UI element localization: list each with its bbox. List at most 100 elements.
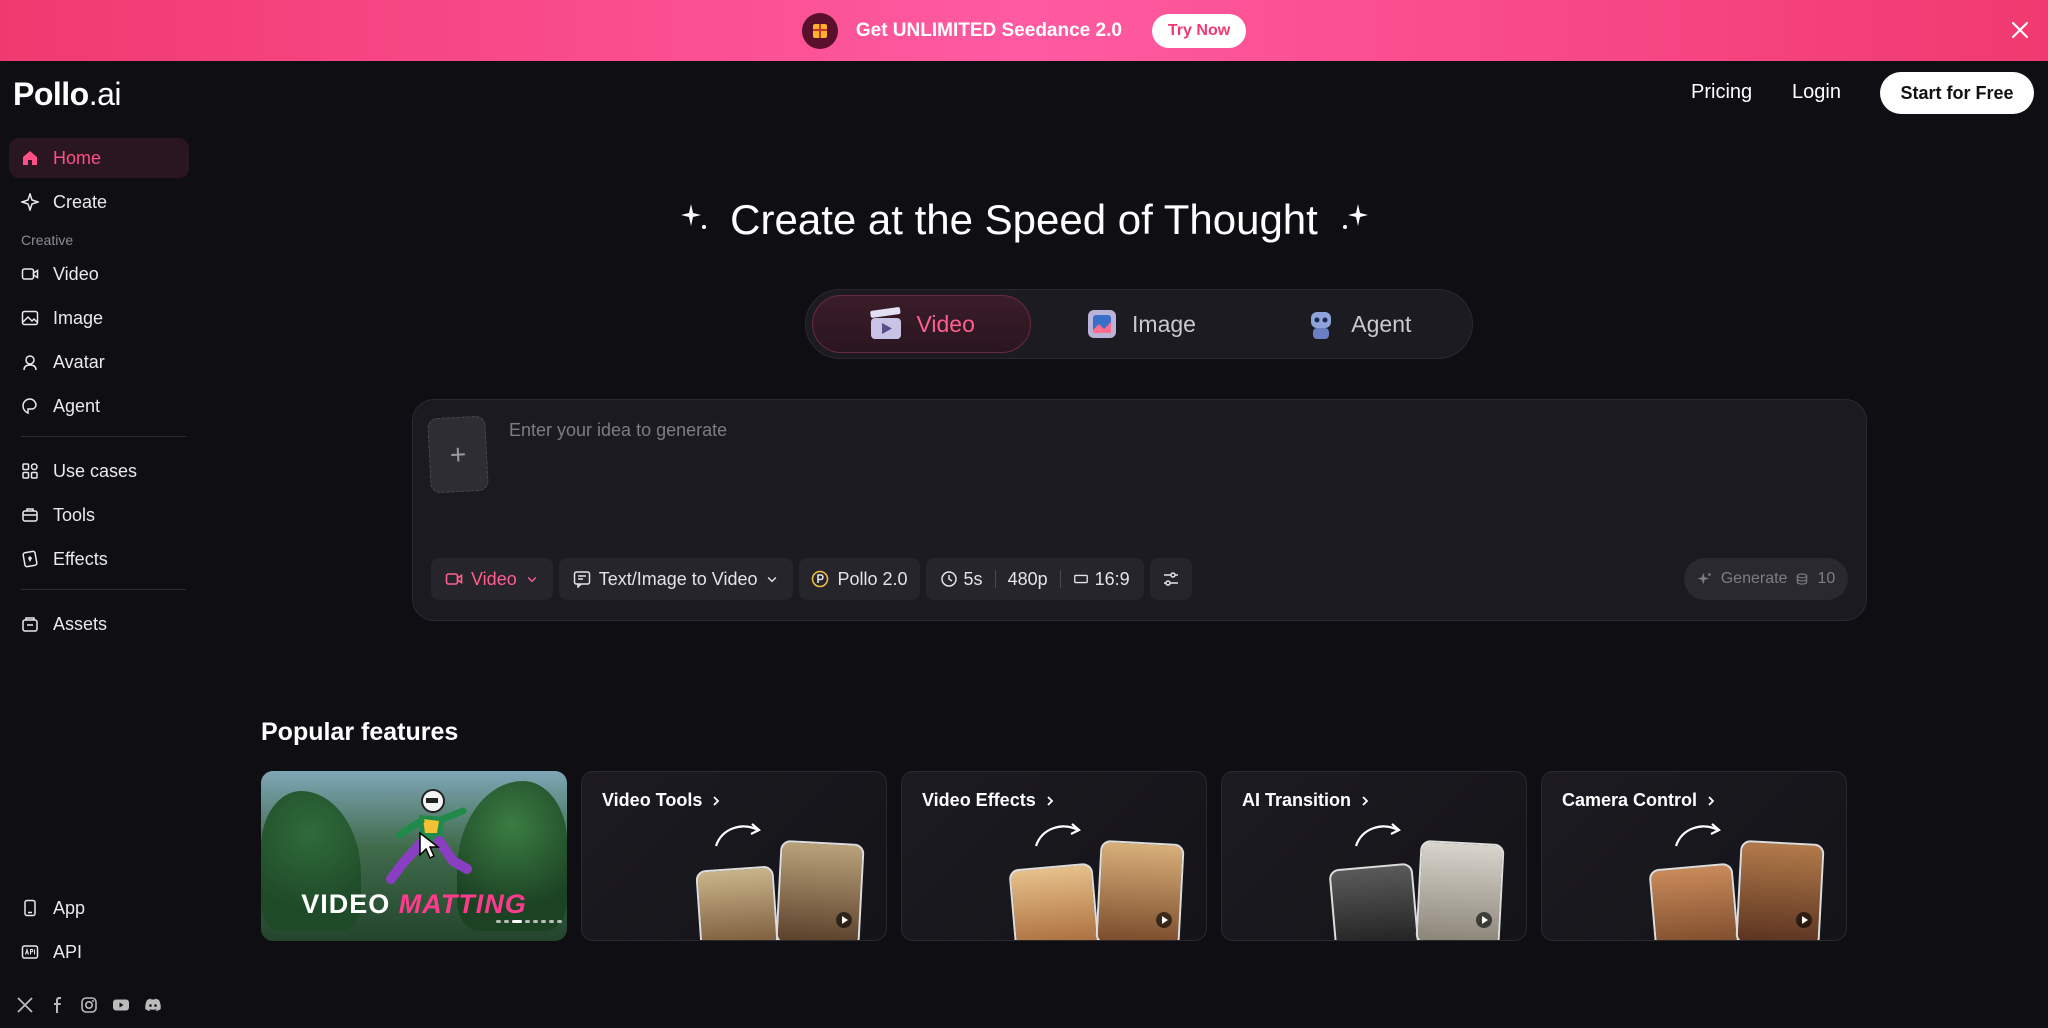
resolution-value: 480p bbox=[1007, 568, 1048, 589]
card-title-text: Video Effects bbox=[922, 790, 1036, 810]
sidebar-item-label: Home bbox=[53, 147, 102, 168]
phone-icon bbox=[24, 899, 36, 917]
sidebar-item-label: Effects bbox=[53, 548, 108, 569]
clock-icon bbox=[940, 571, 957, 587]
prompt-options: Video Text/Image to Video Pollo 2.0 5s 4… bbox=[431, 558, 1192, 600]
sidebar-item-use-cases[interactable]: Use cases bbox=[9, 451, 189, 491]
sidebar-item-assets[interactable]: Assets bbox=[9, 604, 189, 644]
sparkle-icon bbox=[1697, 572, 1711, 585]
card-title: Video Effects bbox=[922, 790, 1056, 811]
sidebar-item-video[interactable]: Video bbox=[9, 254, 189, 294]
login-link[interactable]: Login bbox=[1792, 81, 1841, 104]
facebook-icon[interactable] bbox=[48, 996, 66, 1014]
feature-card-video-tools[interactable]: Video Tools bbox=[581, 771, 887, 941]
feature-cards: VIDEO MATTING Video Tools Video Effects … bbox=[261, 771, 1847, 941]
api-icon bbox=[21, 945, 39, 959]
gift-icon bbox=[801, 12, 838, 49]
play-icon bbox=[1796, 912, 1812, 928]
credits-icon bbox=[1797, 573, 1808, 585]
sliders-icon bbox=[1163, 572, 1178, 586]
after-photo bbox=[775, 839, 865, 940]
generate-button[interactable]: Generate 10 bbox=[1684, 558, 1848, 600]
plus-icon: + bbox=[448, 438, 467, 470]
carousel-dots[interactable] bbox=[496, 920, 562, 923]
prompt-input[interactable] bbox=[509, 420, 1809, 441]
close-icon[interactable] bbox=[2008, 18, 2032, 42]
instagram-icon[interactable] bbox=[80, 996, 98, 1014]
ratio-value: 16:9 bbox=[1094, 568, 1130, 589]
home-icon bbox=[23, 151, 37, 165]
grid-icon bbox=[22, 463, 38, 479]
curved-arrow-icon bbox=[714, 823, 761, 847]
logo-main: Pollo bbox=[13, 76, 89, 112]
sidebar-item-label: Use cases bbox=[53, 460, 138, 481]
duration-value: 5s bbox=[963, 568, 983, 589]
feature-card-video-effects[interactable]: Video Effects bbox=[901, 771, 1207, 941]
separator bbox=[994, 570, 996, 588]
aspect-ratio-icon bbox=[1073, 574, 1088, 584]
promo-banner: Get UNLIMITED Seedance 2.0 Try Now bbox=[0, 0, 2048, 61]
sidebar-item-api[interactable]: API bbox=[9, 932, 189, 972]
sidebar-item-effects[interactable]: Effects bbox=[9, 539, 189, 579]
card-title-text: Camera Control bbox=[1562, 790, 1698, 810]
card-title-text: Video Tools bbox=[602, 790, 703, 810]
model-select[interactable]: Pollo 2.0 bbox=[799, 558, 920, 600]
chevron-right-icon bbox=[1362, 795, 1369, 806]
start-for-free-button[interactable]: Start for Free bbox=[1880, 72, 2034, 114]
sidebar-item-tools[interactable]: Tools bbox=[9, 495, 189, 535]
feature-card-ai-transition[interactable]: AI Transition bbox=[1221, 771, 1527, 941]
chevron-down-icon bbox=[527, 576, 537, 583]
sidebar-item-label: Video bbox=[53, 263, 99, 284]
upload-button[interactable]: + bbox=[427, 415, 489, 494]
type-select[interactable]: Video bbox=[431, 558, 553, 600]
sparkle-icon bbox=[1342, 203, 1368, 229]
robot-icon bbox=[1311, 312, 1332, 339]
tab-agent[interactable]: Agent bbox=[1249, 295, 1466, 353]
play-icon bbox=[836, 912, 852, 928]
generate-label: Generate bbox=[1720, 570, 1788, 587]
tab-image[interactable]: Image bbox=[1031, 295, 1248, 353]
sidebar-item-agent[interactable]: Agent bbox=[9, 386, 189, 426]
sidebar-item-app[interactable]: App bbox=[9, 888, 189, 928]
sidebar-item-label: Tools bbox=[53, 504, 96, 525]
chevron-down-icon bbox=[768, 576, 777, 583]
assets-icon bbox=[22, 617, 38, 632]
feature-card-video-matting[interactable]: VIDEO MATTING bbox=[261, 771, 567, 941]
feature-card-camera-control[interactable]: Camera Control bbox=[1541, 771, 1847, 941]
try-now-button[interactable]: Try Now bbox=[1151, 13, 1247, 48]
mode-select[interactable]: Text/Image to Video bbox=[558, 558, 794, 600]
logo[interactable]: Pollo.ai bbox=[13, 76, 122, 113]
sidebar-item-label: Agent bbox=[53, 395, 101, 416]
curved-arrow-icon bbox=[1674, 823, 1721, 847]
after-photo bbox=[1095, 839, 1185, 940]
avatar-icon bbox=[23, 355, 37, 371]
sidebar-item-label: Assets bbox=[53, 613, 108, 634]
sidebar-item-avatar[interactable]: Avatar bbox=[9, 342, 189, 382]
before-photo bbox=[695, 865, 779, 940]
mode-tabs: Video Image Agent bbox=[805, 289, 1473, 359]
advanced-settings-button[interactable] bbox=[1149, 558, 1192, 600]
sidebar-item-label: App bbox=[53, 897, 86, 918]
tab-label: Video bbox=[916, 310, 975, 337]
pricing-link[interactable]: Pricing bbox=[1691, 81, 1752, 104]
matting-title: VIDEO MATTING bbox=[261, 889, 567, 920]
sidebar-item-home[interactable]: Home bbox=[9, 138, 189, 178]
mouse-cursor-icon bbox=[419, 831, 440, 860]
card-title: Video Tools bbox=[602, 790, 722, 811]
x-twitter-icon[interactable] bbox=[16, 996, 34, 1014]
chevron-right-icon bbox=[713, 795, 720, 806]
sidebar-item-image[interactable]: Image bbox=[9, 298, 189, 338]
effects-icon bbox=[22, 550, 38, 568]
section-title: Popular features bbox=[261, 718, 459, 746]
after-photo bbox=[1415, 839, 1505, 940]
model-select-label: Pollo 2.0 bbox=[837, 568, 908, 589]
settings-group[interactable]: 5s 480p 16:9 bbox=[925, 558, 1144, 600]
image-frame-icon bbox=[1088, 310, 1117, 338]
play-icon bbox=[1476, 912, 1492, 928]
youtube-icon[interactable] bbox=[112, 996, 130, 1014]
clapperboard-icon bbox=[870, 307, 902, 339]
discord-icon[interactable] bbox=[144, 996, 162, 1014]
before-photo bbox=[1328, 862, 1420, 940]
tab-video[interactable]: Video bbox=[812, 295, 1032, 353]
card-title: AI Transition bbox=[1242, 790, 1371, 811]
